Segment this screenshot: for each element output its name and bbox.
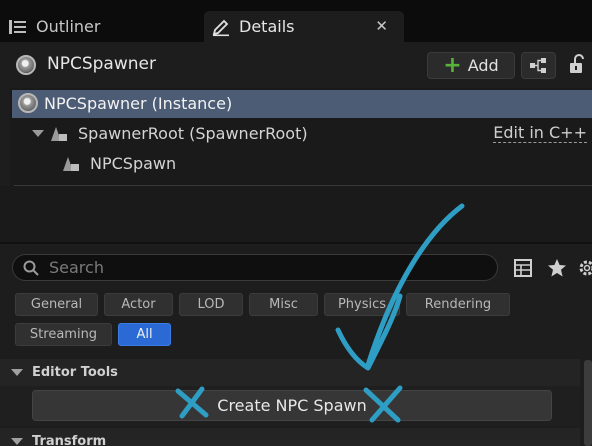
- instance-label: NPCSpawner (Instance): [44, 93, 233, 113]
- category-transform-label: Transform: [32, 434, 107, 446]
- add-component-button[interactable]: + Add: [427, 52, 515, 79]
- actor-icon: [16, 55, 36, 75]
- category-editor-tools-label: Editor Tools: [32, 365, 118, 380]
- expand-arrow-icon[interactable]: [32, 130, 44, 137]
- create-npc-spawn-button[interactable]: Create NPC Spawn: [32, 390, 552, 421]
- tab-details-label: Details: [239, 17, 295, 36]
- search-bar[interactable]: [12, 254, 498, 281]
- outliner-icon: [9, 19, 26, 34]
- tab-details[interactable]: Details ✕: [204, 11, 404, 42]
- create-npc-spawn-label: Create NPC Spawn: [217, 396, 367, 415]
- actor-name: NPCSpawner: [47, 54, 156, 74]
- collapse-arrow-icon: [11, 438, 23, 445]
- filter-rendering[interactable]: Rendering: [406, 293, 510, 316]
- npcspawn-label: NPCSpawn: [90, 154, 177, 173]
- table-view-icon[interactable]: [513, 258, 533, 278]
- filter-streaming[interactable]: Streaming: [15, 323, 112, 346]
- collapse-arrow-icon: [11, 369, 23, 376]
- scrollbar[interactable]: [584, 360, 592, 446]
- details-pencil-icon: [212, 19, 229, 36]
- filter-lod[interactable]: LOD: [179, 293, 243, 316]
- spawner-root-label: SpawnerRoot (SpawnerRoot): [78, 124, 308, 143]
- filter-general[interactable]: General: [15, 293, 98, 316]
- category-editor-tools[interactable]: Editor Tools: [0, 359, 580, 386]
- tab-outliner-label: Outliner: [36, 17, 101, 36]
- category-transform[interactable]: Transform: [0, 428, 580, 446]
- tree-row-npcspawn[interactable]: NPCSpawn: [62, 154, 176, 173]
- search-icon: [23, 260, 39, 276]
- star-icon[interactable]: [547, 258, 567, 278]
- filter-all[interactable]: All: [118, 323, 171, 346]
- edit-in-cpp-link[interactable]: Edit in C++: [493, 124, 587, 143]
- search-input[interactable]: [49, 258, 469, 277]
- blueprint-hierarchy-icon: [530, 58, 546, 73]
- add-button-label: Add: [467, 56, 499, 75]
- tree-empty-area: [0, 186, 592, 244]
- tab-outliner[interactable]: Outliner: [0, 11, 200, 42]
- actor-instance-icon: [18, 93, 38, 113]
- tree-row-instance-content: NPCSpawner (Instance): [18, 93, 232, 113]
- plus-icon: +: [443, 52, 462, 78]
- scene-component-icon: [63, 156, 79, 171]
- filter-actor[interactable]: Actor: [104, 293, 173, 316]
- blueprint-button[interactable]: [521, 52, 556, 79]
- gear-icon[interactable]: [577, 258, 592, 278]
- lock-icon[interactable]: [568, 54, 592, 76]
- filter-misc[interactable]: Misc: [249, 293, 318, 316]
- tree-row-spawner-root[interactable]: SpawnerRoot (SpawnerRoot): [32, 124, 308, 143]
- close-icon[interactable]: ✕: [375, 17, 388, 35]
- filter-physics[interactable]: Physics: [324, 293, 400, 316]
- scene-component-icon: [51, 126, 67, 141]
